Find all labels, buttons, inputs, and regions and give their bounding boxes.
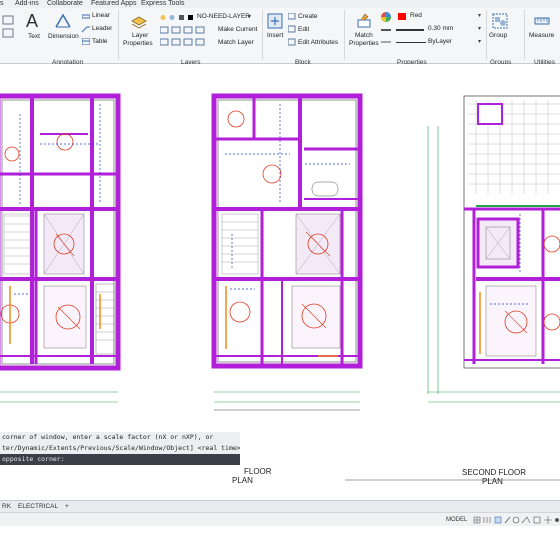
- linetype-swatch: [396, 42, 426, 43]
- layer-tool-icons[interactable]: [160, 26, 210, 50]
- floor-plan-right: [345, 95, 560, 481]
- lineweight-swatch: [396, 29, 424, 31]
- separator: [344, 10, 345, 60]
- status-toggle-icons[interactable]: [472, 515, 560, 525]
- match-layer-label[interactable]: Match Layer: [218, 39, 254, 47]
- plan-title-right-line2: PLAN: [482, 477, 503, 486]
- text-icon[interactable]: A: [26, 11, 38, 31]
- chevron-down-icon[interactable]: ▾: [478, 13, 481, 19]
- linetype-icons[interactable]: [380, 26, 392, 48]
- command-line-history[interactable]: corner of window, enter a scale factor (…: [0, 432, 240, 486]
- insert-block-icon[interactable]: [266, 12, 284, 30]
- layer-properties-label-2[interactable]: Properties: [123, 40, 153, 48]
- measure-label[interactable]: Measure: [529, 32, 554, 40]
- block-tool-icons[interactable]: [288, 13, 296, 47]
- model-space-button[interactable]: MODEL: [446, 515, 467, 525]
- command-history-line-2: ter/Dynamic/Extents/Previous/Scale/Windo…: [0, 443, 240, 454]
- edit-block-label[interactable]: Edit: [298, 26, 309, 34]
- separator: [118, 10, 119, 60]
- tab-addins[interactable]: Add-ins: [15, 0, 39, 8]
- leader-label[interactable]: Leader: [92, 25, 112, 33]
- create-block-label[interactable]: Create: [298, 13, 318, 21]
- tab-express-tools[interactable]: Express Tools: [141, 0, 184, 8]
- match-properties-label-1[interactable]: Match: [355, 32, 373, 40]
- layer-properties-icon[interactable]: [130, 12, 148, 30]
- text-button-label[interactable]: Text: [28, 33, 40, 41]
- current-layer-name[interactable]: NO-NEED-LAYER: [197, 13, 250, 21]
- match-properties-label-2[interactable]: Properties: [349, 40, 379, 48]
- dimension-button-label[interactable]: Dimension: [48, 33, 79, 41]
- color-value[interactable]: Red: [410, 12, 422, 20]
- chevron-down-icon[interactable]: ▾: [478, 26, 481, 32]
- make-current-label[interactable]: Make Current: [218, 26, 257, 34]
- plan-title-right-line1: SECOND FLOOR: [462, 468, 526, 477]
- tab-collaborate[interactable]: Collaborate: [47, 0, 83, 8]
- edit-attributes-label[interactable]: Edit Attributes: [298, 39, 338, 47]
- floor-plan-left: [0, 93, 121, 403]
- separator: [262, 10, 263, 60]
- floor-plan-middle: [211, 93, 363, 411]
- plan-title-left-line1: FLOOR: [244, 467, 272, 476]
- leader-icon[interactable]: [82, 26, 90, 33]
- bottom-blank-area: [0, 526, 560, 560]
- layer-state-icons[interactable]: [160, 14, 196, 21]
- status-bar: MODEL: [0, 512, 560, 527]
- color-swatch[interactable]: [398, 13, 406, 20]
- chevron-down-icon[interactable]: ▾: [478, 39, 481, 45]
- linear-label[interactable]: Linear: [92, 12, 110, 20]
- table-label[interactable]: Table: [92, 38, 108, 46]
- linetype-value[interactable]: ByLayer: [428, 38, 452, 46]
- command-history-line-1: corner of window, enter a scale factor (…: [0, 432, 240, 443]
- separator: [524, 10, 525, 60]
- measure-icon[interactable]: [533, 12, 551, 30]
- separator: [486, 10, 487, 60]
- ribbon: A Text Dimension Linear Leader Table Ann…: [0, 8, 560, 66]
- tab-featured-apps[interactable]: Featured Apps: [91, 0, 137, 8]
- layer-properties-label-1[interactable]: Layer: [132, 32, 148, 40]
- chevron-down-icon[interactable]: ▾: [248, 14, 256, 20]
- color-wheel-icon[interactable]: [380, 11, 392, 23]
- match-properties-icon[interactable]: [355, 12, 373, 30]
- group-label[interactable]: Group: [489, 32, 507, 40]
- left-stub-icons[interactable]: [2, 14, 16, 44]
- tab-left-stub[interactable]: s: [0, 0, 4, 8]
- linear-icon[interactable]: [82, 13, 90, 20]
- lineweight-value[interactable]: 0.30 mm: [428, 25, 453, 33]
- table-icon[interactable]: [82, 38, 90, 45]
- dimension-icon[interactable]: [54, 12, 72, 30]
- insert-label[interactable]: Insert: [267, 32, 283, 40]
- command-history-line-3: opposite corner:: [0, 454, 240, 465]
- ribbon-tab-bar: s Add-ins Collaborate Featured Apps Expr…: [0, 0, 560, 8]
- group-icon[interactable]: [491, 12, 509, 30]
